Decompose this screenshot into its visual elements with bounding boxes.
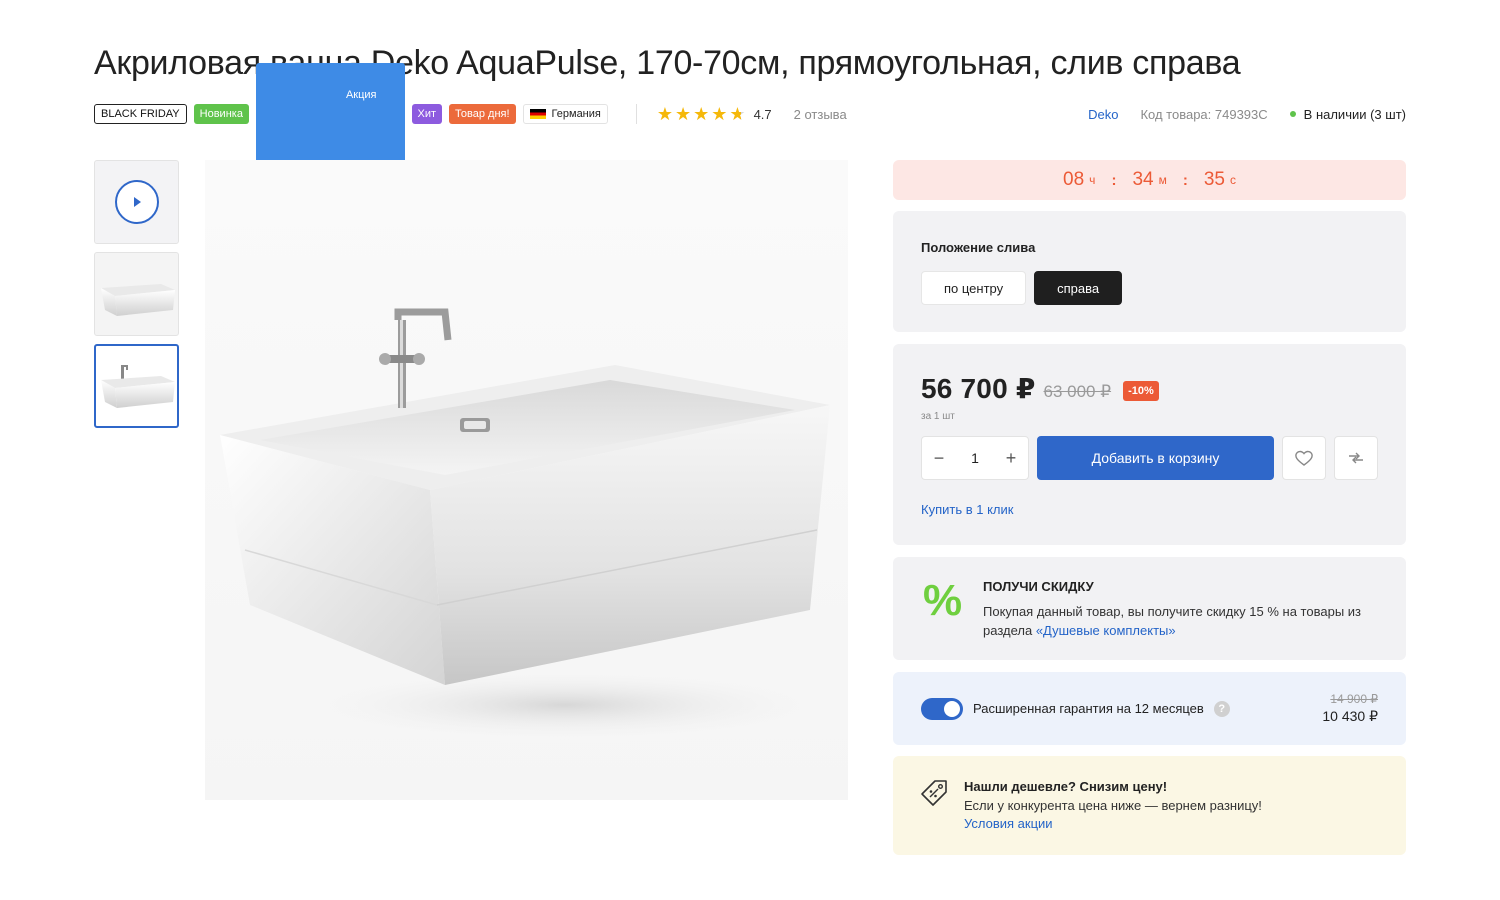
timer-seconds-unit: с: [1229, 173, 1236, 187]
promo-text: Покупая данный товар, вы получите скидку…: [983, 602, 1378, 640]
play-icon: [114, 180, 159, 224]
price-match-panel: Нашли дешевле? Снизим цену! Если у конку…: [893, 756, 1406, 855]
price-match-title: Нашли дешевле? Снизим цену!: [964, 779, 1168, 794]
promo-terms-link[interactable]: Условия акции: [964, 816, 1378, 831]
percent-icon: %: [923, 576, 963, 625]
discount-badge: -10%: [1123, 380, 1159, 401]
badge-promo: Акция: [255, 62, 405, 166]
bathtub-image: [220, 308, 865, 745]
reviews-link[interactable]: 2 отзыва: [794, 107, 847, 122]
price-row: 56 700 ₽ 63 000 ₽ -10%: [921, 372, 1378, 405]
favorite-button[interactable]: [1282, 436, 1326, 480]
buy-panel: 56 700 ₽ 63 000 ₽ -10% за 1 шт − 1 + Доб…: [893, 344, 1406, 545]
add-to-cart-button[interactable]: Добавить в корзину: [1037, 436, 1274, 480]
countdown-timer: 08 ч : 34 м : 35 с: [893, 160, 1406, 200]
main-product-image[interactable]: [205, 160, 865, 800]
star-half-icon: ★: [729, 104, 746, 124]
thumbnail-image-2[interactable]: [94, 344, 179, 428]
badge-hit: Хит: [411, 104, 443, 124]
drain-position-panel: Положение слива по центру справа: [893, 211, 1406, 332]
badges: BLACK FRIDAY Новинка Акция Хит Товар дня…: [94, 62, 608, 166]
drain-options: по центру справа: [921, 271, 1378, 305]
promo-category-link[interactable]: «Душевые комплекты»: [1036, 623, 1176, 638]
price-tag-icon: [921, 780, 947, 806]
badge-country: Германия: [522, 104, 608, 124]
badge-deal-of-day: Товар дня!: [449, 104, 516, 124]
minus-icon[interactable]: −: [932, 448, 946, 469]
drain-position-label: Положение слива: [921, 240, 1036, 255]
divider: [635, 104, 637, 124]
warranty-label: Расширенная гарантия на 12 месяцев: [973, 701, 1204, 716]
warranty-toggle[interactable]: [921, 697, 963, 720]
warranty-price: 10 430 ₽: [1322, 708, 1378, 724]
current-price: 56 700 ₽: [921, 373, 1036, 404]
extended-warranty-panel: Расширенная гарантия на 12 месяцев ? 14 …: [893, 672, 1406, 745]
rating-value: 4.7: [753, 106, 772, 122]
brand-link[interactable]: Deko: [1088, 107, 1118, 122]
price-per-unit: за 1 шт: [921, 411, 955, 422]
drain-option-right[interactable]: справа: [1034, 271, 1123, 305]
timer-separator: :: [1111, 171, 1117, 189]
cart-row: − 1 + Добавить в корзину: [921, 436, 1378, 480]
star-icon: ★: [693, 104, 710, 124]
country-label: Германия: [551, 108, 601, 120]
star-icon: ★: [675, 104, 692, 124]
star-icon: ★: [711, 104, 728, 124]
drain-option-center[interactable]: по центру: [921, 271, 1027, 305]
bathtub-faucet-thumbnail-icon: [100, 365, 175, 408]
product-meta-row: BLACK FRIDAY Новинка Акция Хит Товар дня…: [94, 62, 1406, 166]
timer-minutes: 34: [1132, 169, 1154, 190]
discount-promo-panel: % ПОЛУЧИ СКИДКУ Покупая данный товар, вы…: [893, 557, 1406, 660]
thumbnail-video[interactable]: [94, 160, 179, 244]
timer-minutes-unit: м: [1158, 173, 1167, 187]
stock-label: В наличии (3 шт): [1303, 106, 1406, 122]
germany-flag-icon: [529, 109, 546, 119]
promo-title: ПОЛУЧИ СКИДКУ: [983, 579, 1094, 594]
badge-new: Новинка: [193, 104, 249, 124]
timer-hours: 08: [1063, 169, 1085, 190]
rating-stars[interactable]: ★ ★ ★ ★ ★: [657, 105, 746, 123]
bathtub-thumbnail-icon: [100, 284, 175, 316]
price-match-text: Если у конкурента цена ниже — вернем раз…: [964, 798, 1262, 813]
question-icon[interactable]: ?: [1213, 700, 1230, 717]
stock-status: В наличии (3 шт): [1289, 106, 1406, 122]
thumbnail-list: [94, 160, 179, 436]
old-price: 63 000 ₽: [1043, 381, 1112, 401]
heart-icon: [1295, 450, 1313, 466]
meta-right: Deko Код товара: 749393C В наличии (3 шт…: [1088, 107, 1406, 122]
star-icon: ★: [656, 104, 673, 124]
timer-hours-unit: ч: [1089, 173, 1096, 187]
compare-button[interactable]: [1334, 436, 1378, 480]
in-stock-dot-icon: [1289, 111, 1296, 117]
badge-black-friday: BLACK FRIDAY: [94, 104, 187, 124]
compare-icon: [1349, 452, 1363, 464]
plus-icon[interactable]: +: [1004, 448, 1018, 469]
quantity-value[interactable]: 1: [971, 450, 979, 466]
timer-separator: :: [1182, 171, 1188, 189]
buy-one-click-link[interactable]: Купить в 1 клик: [921, 502, 1378, 517]
quantity-stepper: − 1 +: [921, 436, 1029, 480]
product-sku: Код товара: 749393C: [1140, 106, 1268, 122]
warranty-prices: 14 900 ₽ 10 430 ₽: [1322, 692, 1378, 725]
timer-seconds: 35: [1203, 169, 1225, 190]
thumbnail-image-1[interactable]: [94, 252, 179, 336]
warranty-old-price: 14 900 ₽: [1330, 692, 1378, 706]
